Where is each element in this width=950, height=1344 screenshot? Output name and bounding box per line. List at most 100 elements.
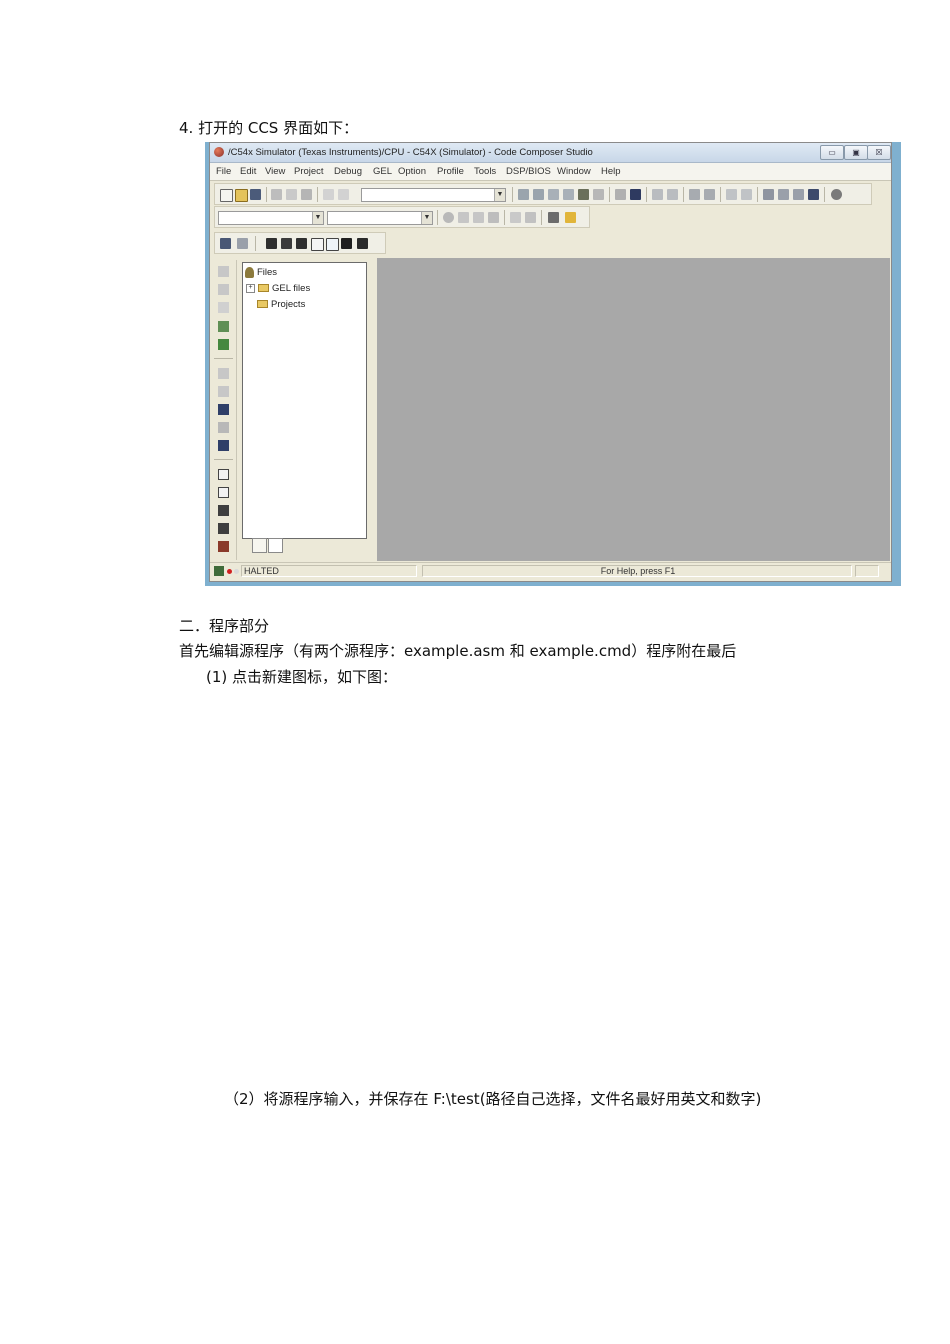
indent-left-icon[interactable] [652, 189, 663, 200]
tree-root-label: Files [257, 267, 278, 279]
step-out-icon[interactable] [793, 189, 804, 200]
ccs-window: /C54x Simulator (Texas Instruments)/CPU … [209, 142, 892, 582]
copy-icon[interactable] [286, 189, 297, 200]
cut-icon[interactable] [271, 189, 282, 200]
config-combo[interactable]: ▼ [327, 211, 433, 225]
breakpoint-icon[interactable] [218, 541, 229, 552]
expand-plus-icon[interactable]: + [246, 283, 255, 293]
comment-icon[interactable] [689, 189, 700, 200]
tree-item-projects[interactable]: Projects [257, 299, 305, 310]
context-help-icon[interactable] [630, 189, 641, 200]
menu-profile[interactable]: Profile [437, 166, 464, 177]
project-view-tabs [252, 538, 286, 554]
mixed-mode-icon[interactable] [218, 523, 229, 534]
indent-right-icon[interactable] [667, 189, 678, 200]
remove-breakpoints-icon[interactable] [525, 212, 536, 223]
disassembly-icon[interactable] [296, 238, 307, 249]
step-out-icon[interactable] [218, 368, 229, 379]
file-view-tab[interactable] [252, 538, 267, 553]
menu-gel[interactable]: GEL [373, 166, 392, 177]
halt-icon[interactable] [218, 284, 229, 295]
asm-run-icon[interactable] [218, 440, 229, 451]
memory-view-icon[interactable] [218, 505, 229, 516]
save-icon[interactable] [250, 189, 261, 200]
menu-tools[interactable]: Tools [474, 166, 496, 177]
target-icon [214, 566, 224, 576]
new-file-icon[interactable] [220, 189, 233, 202]
run-icon[interactable] [218, 266, 229, 277]
maximize-button[interactable]: ▣ [844, 145, 868, 160]
dropdown-arrow-icon[interactable]: ▼ [312, 212, 323, 224]
status-help: For Help, press F1 [422, 565, 852, 577]
ccs-app-icon [214, 147, 224, 157]
menu-debug[interactable]: Debug [334, 166, 362, 177]
find-icon[interactable] [518, 189, 529, 200]
outline-icon[interactable] [726, 189, 737, 200]
menu-dsp-bios[interactable]: DSP/BIOS [506, 166, 551, 177]
registers-icon[interactable] [281, 238, 292, 249]
step-4-heading: 4. 打开的 CCS 界面如下： [179, 119, 359, 137]
print-icon[interactable] [615, 189, 626, 200]
bookmark-next-icon[interactable] [593, 189, 604, 200]
find-in-files-icon[interactable] [563, 189, 574, 200]
asm-step-over-icon[interactable] [218, 422, 229, 433]
menu-edit[interactable]: Edit [240, 166, 256, 177]
close-button[interactable]: ☒ [867, 145, 891, 160]
dropdown-arrow-icon[interactable]: ▼ [494, 189, 505, 201]
run-led-icon [234, 569, 239, 574]
find-prev-icon[interactable] [548, 189, 559, 200]
edit-icon[interactable] [218, 469, 229, 480]
stack-icon[interactable] [311, 238, 324, 251]
find-next-icon[interactable] [533, 189, 544, 200]
folder-icon [257, 300, 268, 309]
image-icon[interactable] [341, 238, 352, 249]
step-into-icon[interactable] [763, 189, 774, 200]
step-over-icon[interactable] [218, 339, 229, 350]
uncomment-icon[interactable] [704, 189, 715, 200]
menu-option[interactable]: Option [398, 166, 426, 177]
vertical-toolbar [211, 260, 237, 560]
graph-icon[interactable] [326, 238, 339, 251]
undo-icon[interactable] [323, 189, 334, 200]
compile-icon[interactable] [443, 212, 454, 223]
asm-step-icon[interactable] [218, 404, 229, 415]
profile-icon[interactable] [565, 212, 576, 223]
minimize-button[interactable]: ▭ [820, 145, 844, 160]
probe-point-icon[interactable] [548, 212, 559, 223]
menu-file[interactable]: File [216, 166, 231, 177]
menu-window[interactable]: Window [557, 166, 591, 177]
status-state: HALTED [241, 565, 417, 577]
run-to-cursor-icon[interactable] [808, 189, 819, 200]
step-1: (1) 点击新建图标，如下图： [206, 668, 398, 686]
run-to-cursor-icon[interactable] [218, 386, 229, 397]
bookmark-icon[interactable] [578, 189, 589, 200]
workspace-icon [245, 267, 254, 278]
editor-workspace[interactable] [377, 258, 890, 561]
animate-icon[interactable] [218, 302, 229, 313]
step-over-icon[interactable] [778, 189, 789, 200]
dropdown-arrow-icon[interactable]: ▼ [421, 212, 432, 224]
step-into-icon[interactable] [218, 321, 229, 332]
search-combo[interactable]: ▼ [361, 188, 506, 202]
rebuild-all-icon[interactable] [473, 212, 484, 223]
memory-icon[interactable] [266, 238, 277, 249]
paste-icon[interactable] [301, 189, 312, 200]
toggle-breakpoint-icon[interactable] [510, 212, 521, 223]
menu-help[interactable]: Help [601, 166, 621, 177]
gel-icon[interactable] [220, 238, 231, 249]
variable-icon[interactable] [357, 238, 368, 249]
record-icon[interactable] [831, 189, 842, 200]
open-folder-icon[interactable] [235, 189, 248, 202]
bookmark-view-tab[interactable] [268, 538, 283, 553]
incremental-build-icon[interactable] [458, 212, 469, 223]
tree-root[interactable]: Files [245, 267, 277, 278]
stop-build-icon[interactable] [488, 212, 499, 223]
menu-view[interactable]: View [265, 166, 285, 177]
format-icon[interactable] [741, 189, 752, 200]
tree-item-gel-files[interactable]: + GEL files [246, 283, 310, 294]
project-combo[interactable]: ▼ [218, 211, 324, 225]
redo-icon[interactable] [338, 189, 349, 200]
menu-project[interactable]: Project [294, 166, 324, 177]
watch-icon[interactable] [237, 238, 248, 249]
output-icon[interactable] [218, 487, 229, 498]
